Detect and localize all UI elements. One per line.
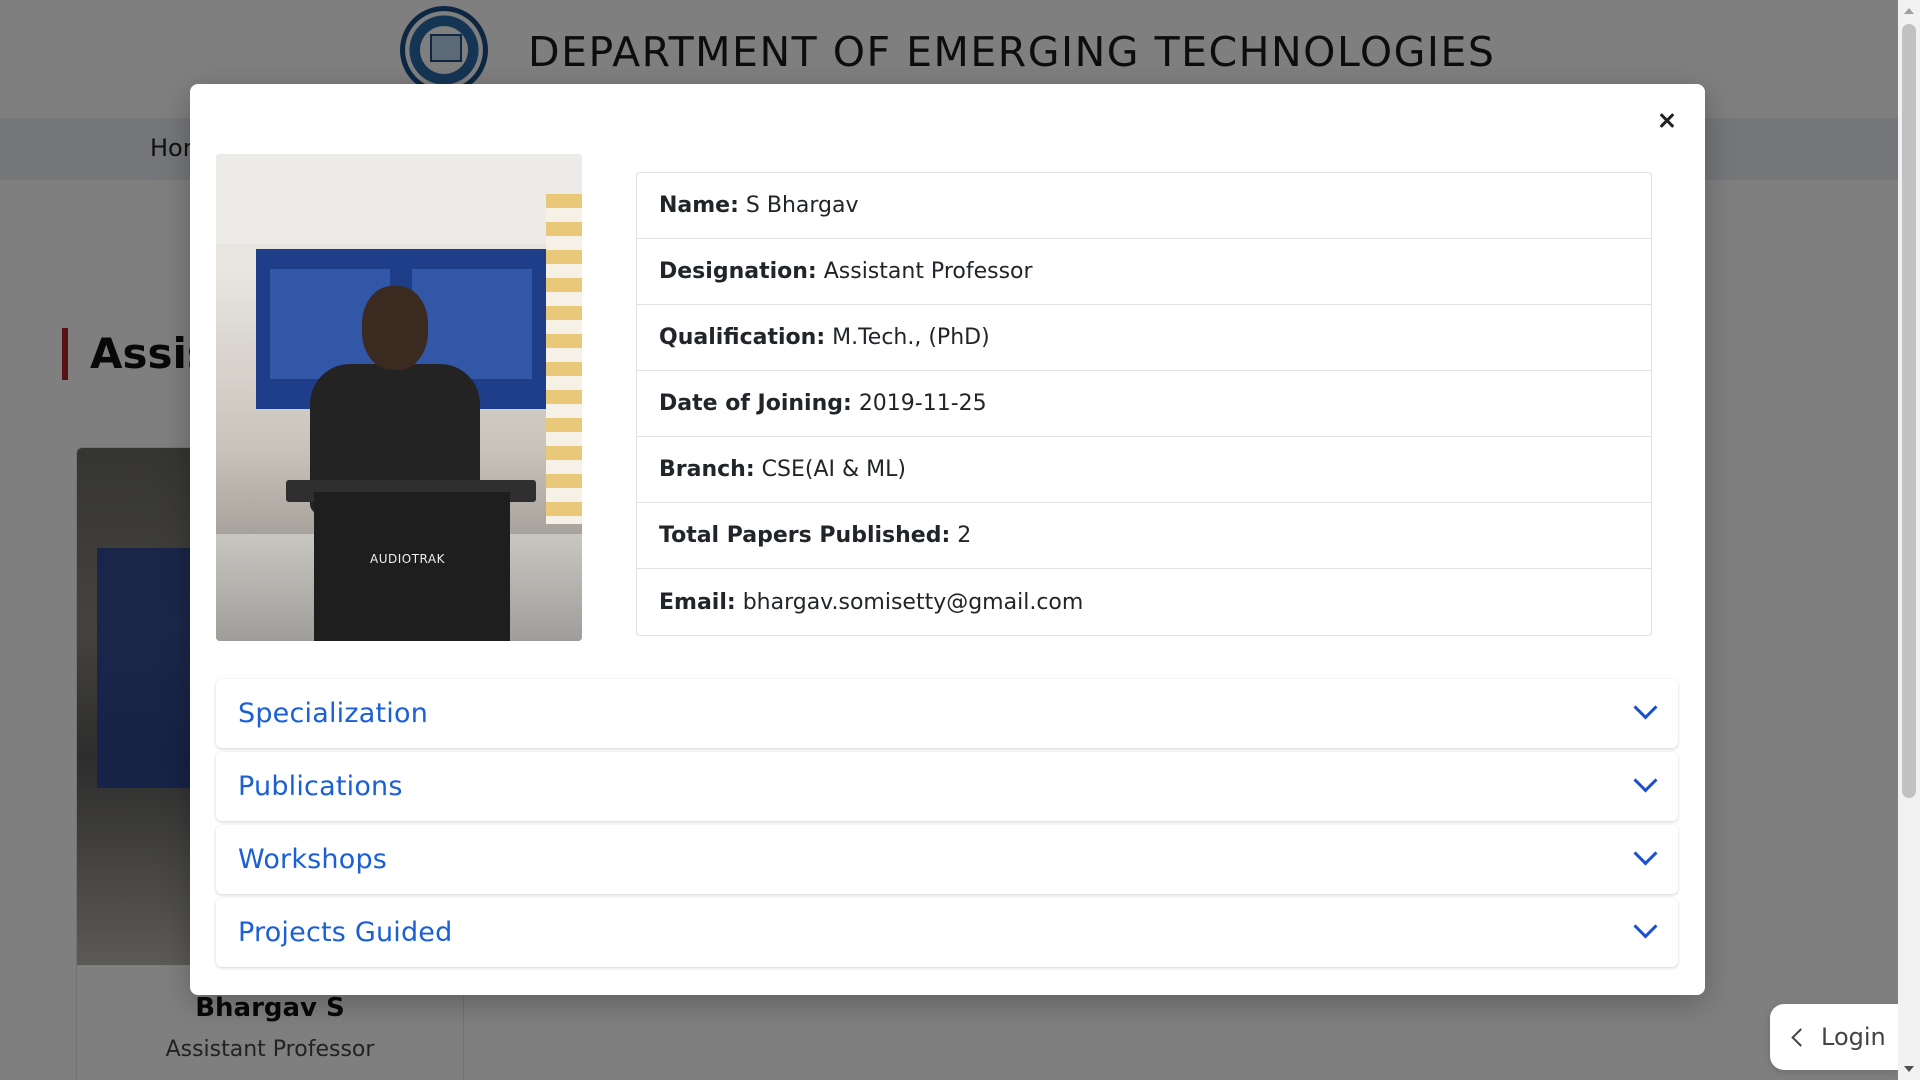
detail-label: Designation: (659, 259, 817, 284)
detail-value: Assistant Professor (823, 259, 1033, 284)
detail-value: S Bhargav (745, 193, 859, 218)
detail-branch: Branch: CSE(AI & ML) (637, 437, 1651, 503)
chevron-down-icon (1633, 914, 1658, 939)
photo-person-head (362, 286, 428, 370)
chevron-down-icon (1633, 841, 1658, 866)
scroll-up-arrow-icon[interactable] (1904, 8, 1914, 14)
login-button[interactable]: Login (1770, 1004, 1898, 1070)
faculty-details-list: Name: S Bhargav Designation: Assistant P… (636, 172, 1652, 636)
login-label: Login (1821, 1023, 1886, 1051)
accordion-publications[interactable]: Publications (216, 752, 1678, 821)
detail-value: 2 (957, 523, 972, 548)
scroll-thumb[interactable] (1902, 24, 1916, 798)
detail-email: Email: bhargav.somisetty@gmail.com (637, 569, 1651, 635)
accordion-title: Projects Guided (238, 917, 453, 948)
page-scrollbar[interactable] (1898, 0, 1920, 1080)
detail-designation: Designation: Assistant Professor (637, 239, 1651, 305)
scroll-down-arrow-icon[interactable] (1904, 1066, 1914, 1072)
detail-label: Total Papers Published: (659, 523, 951, 548)
photo-curtain (546, 194, 582, 524)
detail-total-papers: Total Papers Published: 2 (637, 503, 1651, 569)
photo-ceiling (216, 154, 582, 244)
detail-value[interactable]: bhargav.somisetty@gmail.com (743, 590, 1084, 615)
detail-label: Qualification: (659, 325, 826, 350)
detail-label: Name: (659, 193, 739, 218)
detail-value: 2019-11-25 (858, 391, 987, 416)
detail-label: Branch: (659, 457, 755, 482)
chevron-down-icon (1633, 695, 1658, 720)
detail-label: Date of Joining: (659, 391, 852, 416)
detail-label: Email: (659, 589, 736, 615)
accordion-title: Workshops (238, 844, 388, 875)
detail-value: M.Tech., (PhD) (832, 325, 990, 350)
photo-podium (314, 492, 510, 641)
chevron-down-icon (1633, 768, 1658, 793)
accordion-workshops[interactable]: Workshops (216, 825, 1678, 894)
chevron-left-icon (1791, 1027, 1810, 1047)
accordion-title: Publications (238, 771, 403, 802)
detail-name: Name: S Bhargav (637, 173, 1651, 239)
photo-podium-brand: AUDIOTRAK (370, 552, 445, 566)
accordion-specialization[interactable]: Specialization (216, 679, 1678, 748)
detail-date-of-joining: Date of Joining: 2019-11-25 (637, 371, 1651, 437)
accordion-projects-guided[interactable]: Projects Guided (216, 898, 1678, 967)
detail-value: CSE(AI & ML) (761, 457, 906, 482)
faculty-profile-photo: AUDIOTRAK (216, 154, 582, 641)
detail-qualification: Qualification: M.Tech., (PhD) (637, 305, 1651, 371)
accordion-title: Specialization (238, 698, 429, 729)
close-icon[interactable] (1645, 98, 1689, 142)
